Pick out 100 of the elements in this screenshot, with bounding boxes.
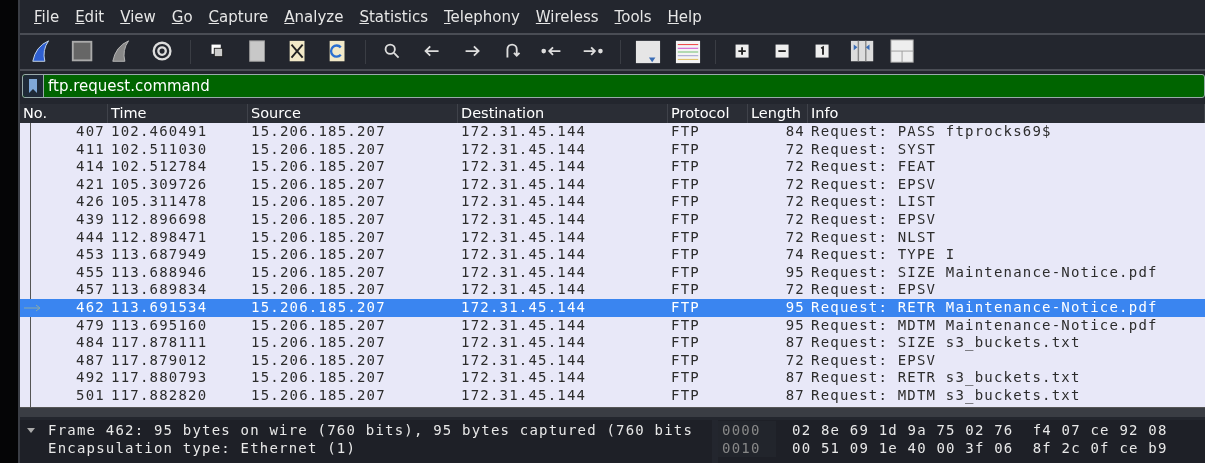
pane-layout-icon[interactable] (890, 39, 916, 65)
table-cell-text: 407 (75, 123, 106, 141)
table-cell-text: 172.31.45.144 (460, 263, 588, 282)
table-cell-text: 172.31.45.144 (460, 158, 588, 176)
menu-item[interactable]: Telephony (436, 7, 528, 26)
table-cell-text: 117.882820 (110, 386, 209, 405)
table-cell-text: 172.31.45.144 (460, 351, 588, 370)
packet-row[interactable]: 453 113.687949 15.206.185.207 172.31.45.144 FTP 74 Request: TYPE I (20, 246, 1205, 264)
packet-row[interactable]: 484 117.878111 15.206.185.207 172.31.45.144 FTP 87 Request: SIZE s3_buckets.txt (20, 334, 1205, 352)
table-cell-text: 439 (75, 210, 106, 229)
table-cell-text: 95 (784, 298, 806, 317)
table-cell-text: Request: SIZE Maintenance-Notice.pdf (810, 263, 1159, 282)
table-cell-text: 15.206.185.207 (250, 351, 387, 370)
table-cell-text: 112.896698 (110, 210, 209, 229)
table-cell-text: 479 (75, 316, 106, 335)
hex-bytes: 02 8e 69 1d 9a 75 02 76 f4 07 ce 92 08 (791, 421, 1169, 439)
packet-row[interactable]: 414 102.512784 15.206.185.207 172.31.45.144 FTP 72 Request: FEAT (20, 158, 1205, 176)
table-cell-text: FTP (670, 246, 701, 264)
menu-item[interactable]: View (112, 7, 164, 26)
detail-line[interactable]: Encapsulation type: Ethernet (1) (48, 440, 357, 456)
table-cell-text: 113.688946 (110, 263, 209, 282)
table-cell-text: 105.309726 (110, 175, 209, 194)
color-lines-icon[interactable] (675, 39, 701, 65)
menu-item[interactable]: Help (659, 7, 710, 26)
menu-item[interactable]: File (26, 7, 68, 26)
menu-item[interactable]: Edit (67, 7, 113, 26)
packet-row[interactable]: 462 113.691534 15.206.185.207 172.31.45.144 FTP 95 Request: RETR Maintenance-Notice.pdf (20, 298, 1205, 317)
table-cell-text: 172.31.45.144 (460, 386, 588, 405)
table-cell-text: 95 (784, 263, 806, 282)
packet-row[interactable]: 455 113.688946 15.206.185.207 172.31.45.144 FTP 95 Request: SIZE Maintenance-Notice.pdf (20, 263, 1205, 282)
hex-bytes: 00 51 09 1e 40 00 3f 06 8f 2c 0f ce b9 (791, 439, 1169, 457)
packet-row[interactable]: 479 113.695160 15.206.185.207 172.31.45.144 FTP 95 Request: MDTM Maintenance-Notice.pdf (20, 316, 1205, 335)
table-cell-text: 15.206.185.207 (250, 316, 387, 335)
table-cell-text: 457 (75, 281, 106, 299)
table-cell-text: 172.31.45.144 (460, 316, 588, 335)
packet-row[interactable]: 492 117.880793 15.206.185.207 172.31.45.144 FTP 87 Request: RETR s3_buckets.txt (20, 369, 1205, 387)
table-cell-text: 113.687949 (110, 246, 209, 264)
table-cell-text: 172.31.45.144 (460, 281, 588, 299)
packet-row[interactable]: 421 105.309726 15.206.185.207 172.31.45.144 FTP 72 Request: EPSV (20, 175, 1205, 194)
table-cell-text: FTP (670, 228, 701, 247)
menu-item[interactable]: Wireless (527, 7, 607, 26)
packet-row[interactable]: 444 112.898471 15.206.185.207 172.31.45.144 FTP 72 Request: NLST (20, 228, 1205, 247)
table-cell-text: 74 (784, 246, 806, 264)
table-cell-text: Request: EPSV (810, 281, 938, 299)
table-cell-text: FTP (670, 369, 701, 387)
table-cell-text: 15.206.185.207 (250, 193, 387, 211)
table-cell-text: FTP (670, 263, 701, 282)
table-cell-text: 72 (784, 175, 806, 194)
hex-offset: 0000 (718, 421, 776, 439)
table-cell-text: 421 (75, 175, 106, 194)
packet-row[interactable]: 457 113.689834 15.206.185.207 172.31.45.144 FTP 72 Request: EPSV (20, 281, 1205, 299)
caret-down-icon[interactable] (26, 425, 36, 435)
horizontal-scrollbar[interactable] (20, 407, 1205, 417)
menu-item[interactable]: Capture (200, 7, 277, 26)
table-cell-text: 172.31.45.144 (460, 246, 588, 264)
arrow-icon (24, 303, 42, 312)
table-cell-text: FTP (670, 158, 701, 176)
table-cell-text: FTP (670, 123, 701, 141)
display-filter-field[interactable]: ftp.request.command (22, 74, 1205, 98)
packet-row[interactable]: 501 117.882820 15.206.185.207 172.31.45.144 FTP 87 Request: MDTM s3_buckets.txt (20, 386, 1205, 405)
packet-row[interactable]: 411 102.511030 15.206.185.207 172.31.45.144 FTP 72 Request: SYST (20, 140, 1205, 159)
table-cell-text: 492 (75, 369, 106, 387)
packet-row[interactable]: 407 102.460491 15.206.185.207 172.31.45.144 FTP 84 Request: PASS ftprocks69$ (20, 123, 1205, 141)
table-cell-text: 105.311478 (110, 193, 209, 211)
table-cell-text: 72 (784, 281, 806, 299)
packet-row[interactable]: 487 117.879012 15.206.185.207 172.31.45.144 FTP 72 Request: EPSV (20, 351, 1205, 370)
table-cell-text: Request: RETR Maintenance-Notice.pdf (810, 298, 1159, 317)
table-cell-text: FTP (670, 210, 701, 229)
table-cell-text: 72 (784, 140, 806, 159)
menu-item[interactable]: Go (163, 7, 201, 26)
table-cell-text: Request: EPSV (810, 351, 938, 370)
table-cell-text: FTP (670, 351, 701, 370)
table-cell-text: Request: NLST (810, 228, 938, 247)
table-cell-text: 102.460491 (110, 123, 209, 141)
menu-item[interactable]: Tools (606, 7, 660, 26)
table-cell-text: 113.691534 (110, 298, 209, 317)
table-cell-text: Request: PASS ftprocks69$ (810, 123, 1053, 141)
list-down-icon[interactable] (635, 39, 661, 65)
table-cell-text: 172.31.45.144 (460, 298, 588, 317)
table-cell-text: FTP (670, 175, 701, 194)
table-cell-text: 172.31.45.144 (460, 193, 588, 211)
table-cell-text: 172.31.45.144 (460, 140, 588, 159)
table-cell-text: 172.31.45.144 (460, 228, 588, 247)
packet-row[interactable]: 439 112.896698 15.206.185.207 172.31.45.144 FTP 72 Request: EPSV (20, 210, 1205, 229)
detail-line[interactable]: Frame 462: 95 bytes on wire (760 bits), 95 bytes captured (760 bits (48, 422, 694, 438)
table-cell-text: 87 (784, 386, 806, 405)
table-cell-text: 102.512784 (110, 158, 209, 176)
table-cell-text: 462 (75, 298, 106, 317)
table-cell-text: 117.879012 (110, 351, 209, 370)
table-cell-text: FTP (670, 316, 701, 335)
menu-item[interactable]: Analyze (276, 7, 352, 26)
filter-input[interactable]: ftp.request.command (44, 77, 1204, 95)
table-cell-text: 453 (75, 246, 106, 264)
table-cell-text: Request: SYST (810, 140, 938, 159)
table-cell-text: FTP (670, 298, 701, 317)
menu-item[interactable]: Statistics (351, 7, 436, 26)
table-cell-text: 113.695160 (110, 316, 209, 335)
table-cell-text: 95 (784, 316, 806, 335)
packet-row[interactable]: 426 105.311478 15.206.185.207 172.31.45.144 FTP 72 Request: LIST (20, 193, 1205, 211)
bookmark-icon[interactable] (28, 78, 38, 94)
